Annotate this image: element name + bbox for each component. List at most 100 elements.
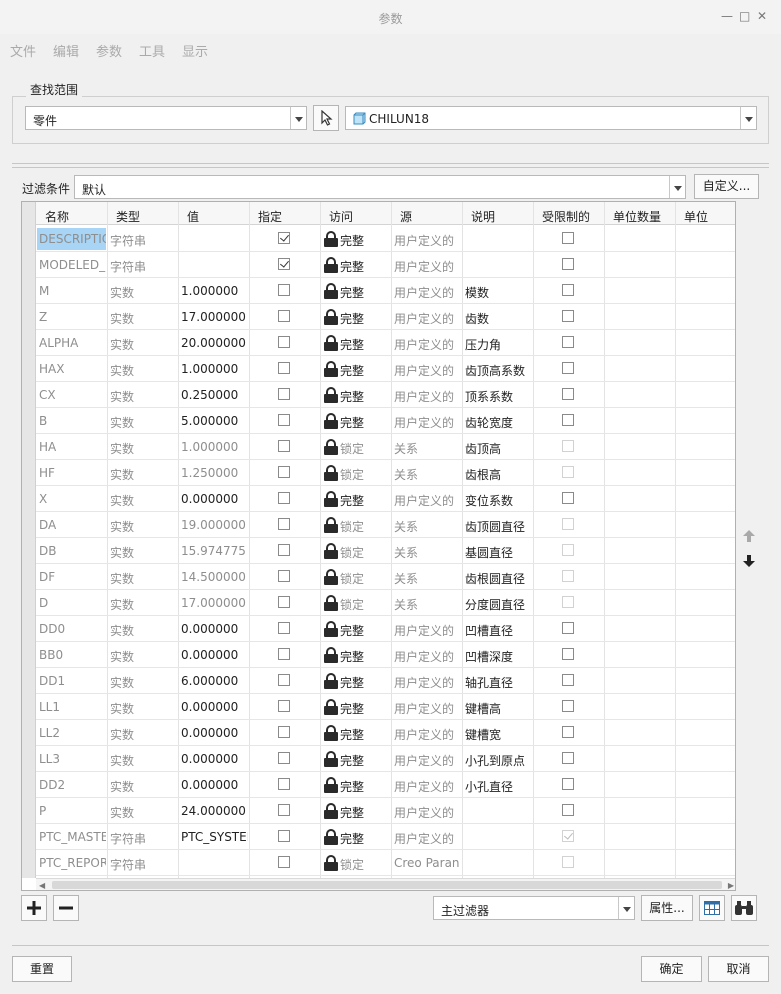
param-name[interactable]: DA bbox=[39, 518, 106, 532]
filter-dropdown[interactable]: 默认 bbox=[74, 175, 686, 199]
param-access[interactable]: 完整 bbox=[340, 362, 364, 379]
param-name[interactable]: M bbox=[39, 284, 106, 298]
param-access[interactable]: 锁定 bbox=[340, 596, 364, 613]
table-row[interactable]: P 实数 24.000000 完整 用户定义的 bbox=[36, 798, 735, 824]
table-row[interactable]: HAX 实数 1.000000 完整 用户定义的 齿顶高系数 bbox=[36, 356, 735, 382]
param-access[interactable]: 完整 bbox=[340, 336, 364, 353]
param-access[interactable]: 完整 bbox=[340, 830, 364, 847]
designate-checkbox[interactable] bbox=[278, 362, 290, 374]
param-name[interactable]: HF bbox=[39, 466, 106, 480]
param-value[interactable]: 0.000000 bbox=[181, 778, 248, 792]
param-description[interactable]: 键槽宽 bbox=[465, 726, 532, 743]
table-row[interactable]: BB0 实数 0.000000 完整 用户定义的 凹槽深度 bbox=[36, 642, 735, 668]
param-name[interactable]: DB bbox=[39, 544, 106, 558]
table-row[interactable]: DB 实数 15.974775 锁定 关系 基圆直径 bbox=[36, 538, 735, 564]
designate-checkbox[interactable] bbox=[278, 700, 290, 712]
table-row[interactable]: DD2 实数 0.000000 完整 用户定义的 小孔直径 bbox=[36, 772, 735, 798]
designate-checkbox[interactable] bbox=[278, 336, 290, 348]
param-description[interactable]: 齿数 bbox=[465, 310, 532, 327]
designate-checkbox[interactable] bbox=[278, 232, 290, 244]
param-name[interactable]: DD2 bbox=[39, 778, 106, 792]
table-row[interactable]: Z 实数 17.000000 完整 用户定义的 齿数 bbox=[36, 304, 735, 330]
param-description[interactable]: 小孔到原点 bbox=[465, 752, 532, 769]
param-access[interactable]: 完整 bbox=[340, 258, 364, 275]
maximize-icon[interactable]: □ bbox=[739, 9, 750, 23]
ok-button[interactable]: 确定 bbox=[641, 956, 702, 982]
table-row[interactable]: LL1 实数 0.000000 完整 用户定义的 键槽高 bbox=[36, 694, 735, 720]
designate-checkbox[interactable] bbox=[278, 726, 290, 738]
param-value[interactable]: 0.250000 bbox=[181, 388, 248, 402]
param-description[interactable]: 齿顶高系数 bbox=[465, 362, 532, 379]
param-value[interactable]: PTC_SYSTEI bbox=[181, 830, 248, 844]
param-name[interactable]: X bbox=[39, 492, 106, 506]
param-value[interactable]: 0.000000 bbox=[181, 622, 248, 636]
table-row[interactable]: M 实数 1.000000 完整 用户定义的 模数 bbox=[36, 278, 735, 304]
table-row[interactable]: ALPHA 实数 20.000000 完整 用户定义的 压力角 bbox=[36, 330, 735, 356]
designate-checkbox[interactable] bbox=[278, 492, 290, 504]
param-access[interactable]: 完整 bbox=[340, 648, 364, 665]
designate-checkbox[interactable] bbox=[278, 258, 290, 270]
param-name[interactable]: P bbox=[39, 804, 106, 818]
horizontal-scrollbar[interactable]: ◀ ▶ bbox=[36, 878, 735, 890]
menu-edit[interactable]: 编辑 bbox=[53, 41, 79, 60]
param-access[interactable]: 完整 bbox=[340, 804, 364, 821]
designate-checkbox[interactable] bbox=[278, 544, 290, 556]
param-description[interactable]: 凹槽直径 bbox=[465, 622, 532, 639]
param-description[interactable]: 模数 bbox=[465, 284, 532, 301]
param-value[interactable]: 0.000000 bbox=[181, 700, 248, 714]
designate-checkbox[interactable] bbox=[278, 804, 290, 816]
designate-checkbox[interactable] bbox=[278, 570, 290, 582]
find-parameter-button[interactable] bbox=[731, 895, 757, 921]
param-value[interactable]: 1.000000 bbox=[181, 362, 248, 376]
column-header-restricted[interactable]: 受限制的 bbox=[542, 208, 590, 225]
param-access[interactable]: 锁定 bbox=[340, 440, 364, 457]
param-value[interactable]: 0.000000 bbox=[181, 752, 248, 766]
table-row[interactable]: LL3 实数 0.000000 完整 用户定义的 小孔到原点 bbox=[36, 746, 735, 772]
param-name[interactable]: LL1 bbox=[39, 700, 106, 714]
restricted-checkbox[interactable] bbox=[562, 414, 574, 426]
param-value[interactable]: 1.250000 bbox=[181, 466, 248, 480]
designate-checkbox[interactable] bbox=[278, 440, 290, 452]
table-row[interactable]: D 实数 17.000000 锁定 关系 分度圆直径 bbox=[36, 590, 735, 616]
restricted-checkbox[interactable] bbox=[562, 752, 574, 764]
param-access[interactable]: 完整 bbox=[340, 674, 364, 691]
restricted-checkbox[interactable] bbox=[562, 388, 574, 400]
param-description[interactable]: 齿根高 bbox=[465, 466, 532, 483]
restricted-checkbox[interactable] bbox=[562, 284, 574, 296]
menu-tools[interactable]: 工具 bbox=[139, 41, 165, 60]
restricted-checkbox[interactable] bbox=[562, 310, 574, 322]
param-description[interactable]: 分度圆直径 bbox=[465, 596, 532, 613]
param-name[interactable]: CX bbox=[39, 388, 106, 402]
param-description[interactable]: 变位系数 bbox=[465, 492, 532, 509]
param-access[interactable]: 锁定 bbox=[340, 466, 364, 483]
table-row[interactable]: HF 实数 1.250000 锁定 关系 齿根高 bbox=[36, 460, 735, 486]
param-value[interactable]: 0.000000 bbox=[181, 648, 248, 662]
table-columns-button[interactable] bbox=[699, 895, 725, 921]
designate-checkbox[interactable] bbox=[278, 622, 290, 634]
table-row[interactable]: B 实数 5.000000 完整 用户定义的 齿轮宽度 bbox=[36, 408, 735, 434]
remove-parameter-button[interactable] bbox=[53, 895, 79, 921]
column-header-type[interactable]: 类型 bbox=[116, 208, 140, 225]
table-row[interactable]: HA 实数 1.000000 锁定 关系 齿顶高 bbox=[36, 434, 735, 460]
designate-checkbox[interactable] bbox=[278, 752, 290, 764]
param-description[interactable]: 轴孔直径 bbox=[465, 674, 532, 691]
param-name[interactable]: LL3 bbox=[39, 752, 106, 766]
column-header-source[interactable]: 源 bbox=[400, 208, 412, 225]
restricted-checkbox[interactable] bbox=[562, 232, 574, 244]
select-pointer-button[interactable] bbox=[313, 105, 339, 131]
designate-checkbox[interactable] bbox=[278, 518, 290, 530]
restricted-checkbox[interactable] bbox=[562, 804, 574, 816]
designate-checkbox[interactable] bbox=[278, 388, 290, 400]
param-name[interactable]: MODELED_ bbox=[39, 258, 106, 272]
move-down-icon[interactable] bbox=[742, 554, 756, 568]
param-description[interactable]: 键槽高 bbox=[465, 700, 532, 717]
column-header-name[interactable]: 名称 bbox=[45, 208, 69, 225]
param-name[interactable]: HAX bbox=[39, 362, 106, 376]
param-access[interactable]: 完整 bbox=[340, 414, 364, 431]
designate-checkbox[interactable] bbox=[278, 310, 290, 322]
table-row[interactable]: DA 实数 19.000000 锁定 关系 齿顶圆直径 bbox=[36, 512, 735, 538]
param-name[interactable]: LL2 bbox=[39, 726, 106, 740]
restricted-checkbox[interactable] bbox=[562, 674, 574, 686]
add-parameter-button[interactable] bbox=[21, 895, 47, 921]
param-description[interactable]: 凹槽深度 bbox=[465, 648, 532, 665]
